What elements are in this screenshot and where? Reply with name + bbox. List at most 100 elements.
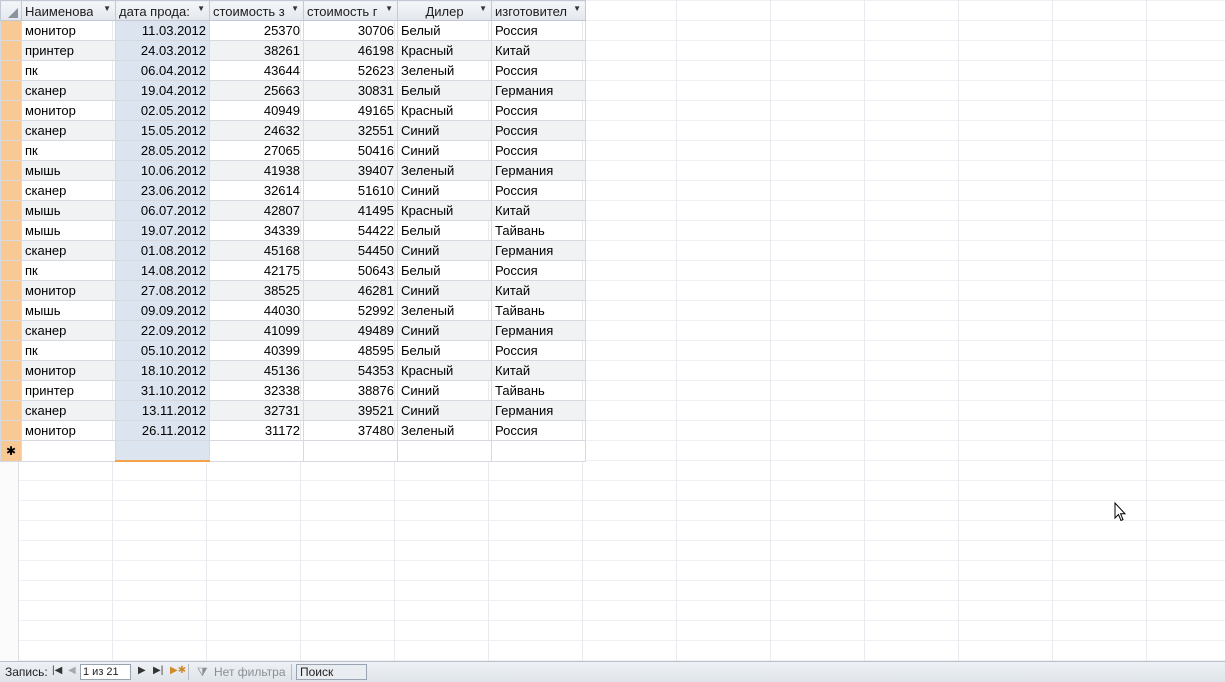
cell-manufacturer[interactable]: Россия [491,340,586,361]
cell-dealer[interactable]: Белый [397,220,492,241]
cell-manufacturer[interactable]: Германия [491,320,586,341]
cell-manufacturer[interactable]: Германия [491,240,586,261]
cell-manufacturer[interactable]: Россия [491,420,586,441]
record-selector[interactable] [0,400,22,421]
cell-date[interactable]: 13.11.2012 [115,400,210,421]
cell-manufacturer[interactable]: Россия [491,180,586,201]
cell-date[interactable]: 01.08.2012 [115,240,210,261]
column-header-dealer[interactable]: Дилер ▼ [397,0,492,21]
cell-name[interactable]: сканер [21,240,116,261]
cell-cost-purchase[interactable]: 42175 [209,260,304,281]
table-row[interactable]: монитор 02.05.2012 40949 49165 Красный Россия [0,100,586,121]
cell-cost-sale[interactable]: 54422 [303,220,398,241]
record-selector[interactable] [0,60,22,81]
cell-name[interactable]: пк [21,60,116,81]
cell-cost-sale[interactable]: 51610 [303,180,398,201]
cell-dealer[interactable]: Зеленый [397,300,492,321]
dropdown-arrow-icon[interactable]: ▼ [291,4,299,13]
record-selector[interactable] [0,300,22,321]
cell-cost-sale-empty[interactable] [303,440,398,462]
cell-name[interactable]: монитор [21,100,116,121]
record-selector[interactable] [0,360,22,381]
cell-manufacturer[interactable]: Германия [491,80,586,101]
table-row[interactable]: принтер 24.03.2012 38261 46198 Красный Китай [0,40,586,61]
cell-date[interactable]: 24.03.2012 [115,40,210,61]
next-record-button[interactable]: ▶ [138,665,146,676]
cell-cost-sale[interactable]: 54353 [303,360,398,381]
cell-cost-purchase[interactable]: 40949 [209,100,304,121]
cell-name[interactable]: сканер [21,400,116,421]
record-selector[interactable] [0,160,22,181]
cell-cost-purchase[interactable]: 41938 [209,160,304,181]
cell-cost-sale[interactable]: 46281 [303,280,398,301]
cell-cost-sale[interactable]: 32551 [303,120,398,141]
table-row[interactable]: сканер 13.11.2012 32731 39521 Синий Германия [0,400,586,421]
table-row[interactable]: монитор 26.11.2012 31172 37480 Зеленый Россия [0,420,586,441]
cell-manufacturer[interactable]: Германия [491,160,586,181]
cell-name[interactable]: пк [21,140,116,161]
cell-date-empty[interactable] [115,440,210,462]
cell-cost-purchase[interactable]: 32338 [209,380,304,401]
cell-date[interactable]: 14.08.2012 [115,260,210,281]
cell-cost-purchase[interactable]: 43644 [209,60,304,81]
cell-date[interactable]: 26.11.2012 [115,420,210,441]
table-row[interactable]: сканер 19.04.2012 25663 30831 Белый Германия [0,80,586,101]
cell-dealer[interactable]: Синий [397,380,492,401]
cell-manufacturer[interactable]: Германия [491,400,586,421]
column-header-cost-purchase[interactable]: стоимость з ▼ [209,0,304,21]
table-row[interactable]: мышь 19.07.2012 34339 54422 Белый Тайвань [0,220,586,241]
cell-cost-sale[interactable]: 46198 [303,40,398,61]
cell-date[interactable]: 02.05.2012 [115,100,210,121]
table-row[interactable]: сканер 15.05.2012 24632 32551 Синий Россия [0,120,586,141]
table-row[interactable]: сканер 23.06.2012 32614 51610 Синий Россия [0,180,586,201]
cell-cost-purchase[interactable]: 25370 [209,20,304,41]
cell-name[interactable]: принтер [21,380,116,401]
cell-date[interactable]: 23.06.2012 [115,180,210,201]
cell-name[interactable]: мышь [21,300,116,321]
cell-cost-purchase[interactable]: 34339 [209,220,304,241]
cell-cost-sale[interactable]: 49489 [303,320,398,341]
cell-cost-purchase[interactable]: 38525 [209,280,304,301]
table-row[interactable]: мышь 09.09.2012 44030 52992 Зеленый Тайвань [0,300,586,321]
record-selector[interactable] [0,80,22,101]
cell-date[interactable]: 22.09.2012 [115,320,210,341]
last-record-button[interactable]: ▶| [153,665,163,676]
record-selector[interactable] [0,280,22,301]
cell-date[interactable]: 19.04.2012 [115,80,210,101]
cell-cost-sale[interactable]: 39521 [303,400,398,421]
cell-dealer[interactable]: Синий [397,400,492,421]
cell-dealer[interactable]: Синий [397,280,492,301]
record-selector[interactable] [0,180,22,201]
cell-dealer[interactable]: Зеленый [397,160,492,181]
cell-date[interactable]: 27.08.2012 [115,280,210,301]
cell-cost-sale[interactable]: 39407 [303,160,398,181]
cell-cost-purchase[interactable]: 44030 [209,300,304,321]
cell-dealer[interactable]: Синий [397,140,492,161]
cell-name[interactable]: пк [21,260,116,281]
cell-cost-purchase[interactable]: 42807 [209,200,304,221]
cell-dealer[interactable]: Белый [397,20,492,41]
table-row[interactable]: монитор 11.03.2012 25370 30706 Белый Россия [0,20,586,41]
cell-cost-sale[interactable]: 38876 [303,380,398,401]
cell-manufacturer[interactable]: Россия [491,100,586,121]
cell-cost-sale[interactable]: 30706 [303,20,398,41]
cell-dealer[interactable]: Зеленый [397,420,492,441]
new-record-marker[interactable]: ✱ [0,440,22,462]
record-selector[interactable] [0,220,22,241]
column-header-manufacturer[interactable]: изготовител ▼ [491,0,586,21]
cell-name[interactable]: монитор [21,420,116,441]
table-row[interactable]: мышь 10.06.2012 41938 39407 Зеленый Германия [0,160,586,181]
cell-date[interactable]: 10.06.2012 [115,160,210,181]
cell-cost-purchase[interactable]: 24632 [209,120,304,141]
record-selector[interactable] [0,40,22,61]
dropdown-arrow-icon[interactable]: ▼ [103,4,111,13]
current-record-field[interactable]: 1 из 21 [80,664,131,680]
record-selector[interactable] [0,320,22,341]
cell-name[interactable]: сканер [21,120,116,141]
cell-manufacturer[interactable]: Китай [491,200,586,221]
cell-date[interactable]: 06.04.2012 [115,60,210,81]
cell-dealer[interactable]: Красный [397,40,492,61]
cell-cost-purchase[interactable]: 32614 [209,180,304,201]
table-row[interactable]: пк 14.08.2012 42175 50643 Белый Россия [0,260,586,281]
cell-cost-purchase[interactable]: 41099 [209,320,304,341]
